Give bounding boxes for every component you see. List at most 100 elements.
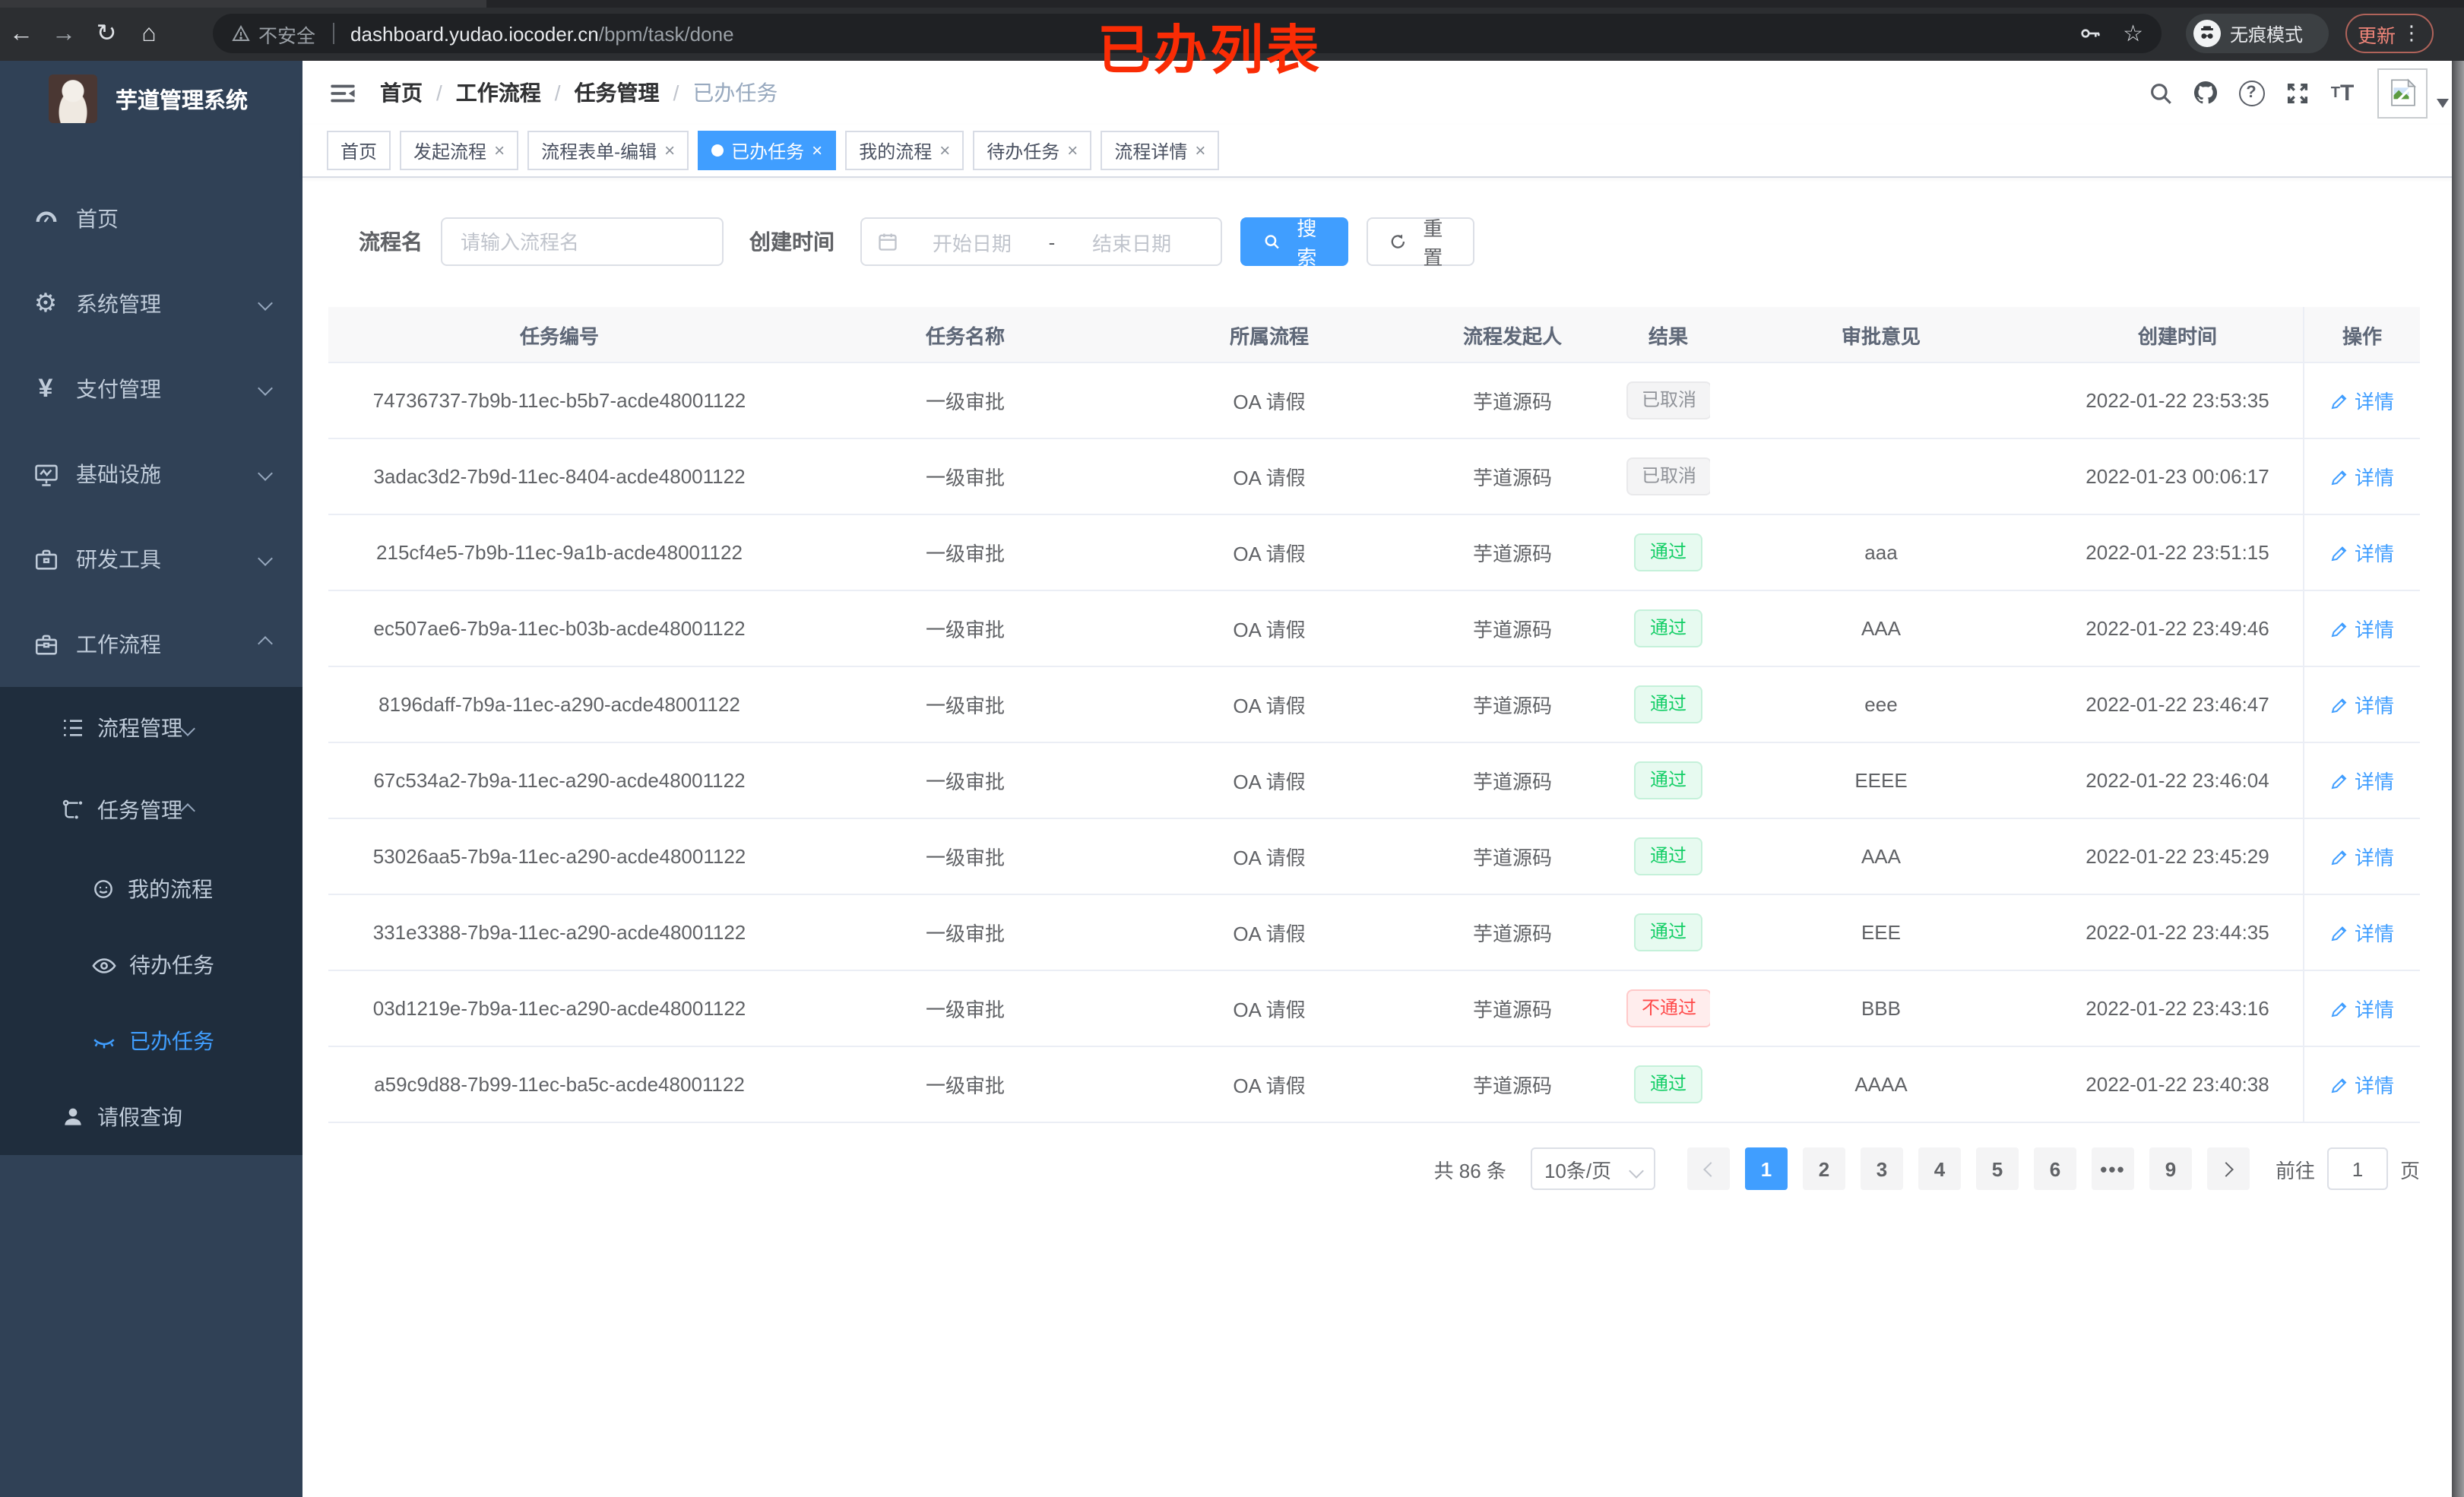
breadcrumb-home[interactable]: 首页 — [380, 78, 423, 108]
close-icon[interactable]: × — [664, 140, 675, 161]
detail-button[interactable]: 详情 — [2330, 994, 2394, 1023]
page-button[interactable]: 6 — [2033, 1147, 2076, 1190]
url-host: dashboard.yudao.iocoder.cn — [350, 22, 599, 45]
edit-icon — [2331, 470, 2347, 485]
page-button[interactable]: 5 — [1975, 1147, 2019, 1190]
sidebar-fold-icon[interactable] — [325, 76, 359, 109]
sidebar-item-label: 请假查询 — [97, 1105, 182, 1129]
sidebar-item-done-task[interactable]: 已办任务 — [0, 1003, 302, 1079]
browser-menu-icon[interactable]: ⋮ — [2402, 21, 2421, 46]
status-badge: 已取消 — [1626, 457, 1710, 495]
sidebar-item-todo-task[interactable]: 待办任务 — [0, 927, 302, 1003]
browser-home-icon[interactable]: ⌂ — [128, 14, 170, 54]
browser-back-icon[interactable]: ← — [0, 14, 43, 54]
process-name-input[interactable] — [441, 217, 724, 266]
page-unit-label: 页 — [2399, 1159, 2420, 1182]
next-page-button[interactable] — [2206, 1147, 2250, 1190]
more-pages-button[interactable]: ••• — [2091, 1147, 2134, 1190]
detail-button[interactable]: 详情 — [2330, 1070, 2394, 1099]
page-button[interactable]: 4 — [1918, 1147, 1961, 1190]
avatar[interactable] — [2377, 68, 2428, 118]
incognito-badge: 无痕模式 — [2186, 14, 2329, 53]
fullscreen-icon[interactable] — [2274, 61, 2320, 125]
col-opinion: 审批意见 — [1841, 324, 1921, 347]
sidebar-item-leave-query[interactable]: 请假查询 — [0, 1079, 302, 1155]
sidebar-item-infra[interactable]: 基础设施 — [0, 432, 302, 517]
detail-button[interactable]: 详情 — [2330, 462, 2394, 491]
sidebar-item-process-mgmt[interactable]: 流程管理 — [0, 687, 302, 769]
sidebar-item-label: 首页 — [76, 207, 119, 231]
window-scrollbar[interactable] — [2452, 61, 2464, 1497]
detail-button[interactable]: 详情 — [2330, 386, 2394, 415]
prev-page-button[interactable] — [1686, 1147, 1730, 1190]
status-badge: 已取消 — [1626, 381, 1710, 419]
sidebar-item-label: 任务管理 — [97, 798, 182, 822]
bookmark-star-icon[interactable]: ☆ — [2123, 20, 2143, 47]
sidebar-item-home[interactable]: 首页 — [0, 176, 302, 261]
url-path: /bpm/task/done — [598, 22, 734, 45]
page-size-select[interactable]: 10条/页 — [1530, 1147, 1655, 1190]
app-logo[interactable]: 芋道管理系统 — [0, 61, 302, 137]
browser-update-button[interactable]: 更新 ⋮ — [2345, 14, 2434, 53]
status-badge: 通过 — [1634, 837, 1702, 875]
page-button[interactable]: 2 — [1802, 1147, 1845, 1190]
close-icon[interactable]: × — [1195, 140, 1205, 161]
avatar-caret-icon[interactable] — [2437, 99, 2449, 108]
reset-button[interactable]: 重置 — [1367, 217, 1474, 269]
breadcrumb-workflow[interactable]: 工作流程 — [456, 78, 541, 108]
close-icon[interactable]: × — [812, 140, 822, 161]
tab-process-form-edit[interactable]: 流程表单-编辑 × — [527, 131, 689, 170]
col-result: 结果 — [1648, 324, 1688, 347]
tab-process-detail[interactable]: 流程详情 × — [1101, 131, 1220, 170]
sidebar-item-label: 工作流程 — [76, 632, 161, 657]
browser-reload-icon[interactable]: ↻ — [85, 14, 128, 54]
tab-done-task[interactable]: 已办任务 × — [698, 131, 837, 170]
tab-my-process[interactable]: 我的流程 × — [845, 131, 964, 170]
page-button[interactable]: 1 — [1744, 1147, 1788, 1190]
browser-forward-icon[interactable]: → — [43, 14, 85, 54]
breadcrumb-task-mgmt[interactable]: 任务管理 — [575, 78, 660, 108]
sidebar-item-task-mgmt[interactable]: 任务管理 — [0, 769, 302, 851]
edit-icon — [2331, 926, 2347, 941]
font-size-icon[interactable]: TT — [2320, 61, 2365, 125]
search-button[interactable]: 搜索 — [1240, 217, 1348, 269]
edit-icon — [2331, 546, 2347, 561]
edit-icon — [2331, 850, 2347, 865]
github-icon[interactable] — [2183, 61, 2228, 125]
date-range-picker[interactable]: 开始日期 - 结束日期 — [860, 217, 1222, 266]
close-icon[interactable]: × — [494, 140, 505, 161]
sidebar-item-label: 基础设施 — [76, 462, 161, 486]
close-icon[interactable]: × — [1067, 140, 1078, 161]
breadcrumb-current: 已办任务 — [692, 81, 778, 105]
chevron-left-icon — [1703, 1161, 1718, 1176]
table-row: 215cf4e5-7b9b-11ec-9a1b-acde48001122 一级审批… — [328, 515, 2420, 591]
password-key-icon[interactable] — [2077, 21, 2101, 46]
tab-todo-task[interactable]: 待办任务 × — [973, 131, 1092, 170]
close-icon[interactable]: × — [939, 140, 950, 161]
page-button[interactable]: 3 — [1860, 1147, 1903, 1190]
refresh-icon — [1391, 234, 1405, 248]
detail-button[interactable]: 详情 — [2330, 842, 2394, 871]
detail-button[interactable]: 详情 — [2330, 538, 2394, 567]
sidebar-item-label: 已办任务 — [129, 1029, 214, 1053]
help-icon[interactable]: ? — [2228, 61, 2274, 125]
detail-button[interactable]: 详情 — [2330, 690, 2394, 719]
sidebar-item-my-process[interactable]: 我的流程 — [0, 851, 302, 927]
detail-button[interactable]: 详情 — [2330, 766, 2394, 795]
sidebar-item-system[interactable]: ⚙ 系统管理 — [0, 261, 302, 347]
tab-start-process[interactable]: 发起流程 × — [400, 131, 519, 170]
detail-button[interactable]: 详情 — [2330, 614, 2394, 643]
page-button[interactable]: 9 — [2149, 1147, 2192, 1190]
goto-page-input[interactable] — [2326, 1147, 2388, 1190]
detail-button[interactable]: 详情 — [2330, 918, 2394, 947]
sidebar-item-payment[interactable]: ¥ 支付管理 — [0, 347, 302, 432]
magnifier-icon — [1265, 235, 1279, 249]
sidebar-item-workflow[interactable]: 工作流程 — [0, 602, 302, 687]
table-header: 任务编号 任务名称 所属流程 流程发起人 结果 审批意见 创建时间 操作 — [328, 307, 2420, 363]
col-created: 创建时间 — [2137, 324, 2217, 347]
workflow-submenu: 流程管理 任务管理 我的流程 待办任务 已办任务 请假查询 — [0, 687, 302, 1155]
incognito-label: 无痕模式 — [2230, 24, 2304, 45]
search-icon[interactable] — [2137, 61, 2183, 125]
tab-home[interactable]: 首页 — [327, 131, 391, 170]
sidebar-item-devtools[interactable]: 研发工具 — [0, 517, 302, 602]
